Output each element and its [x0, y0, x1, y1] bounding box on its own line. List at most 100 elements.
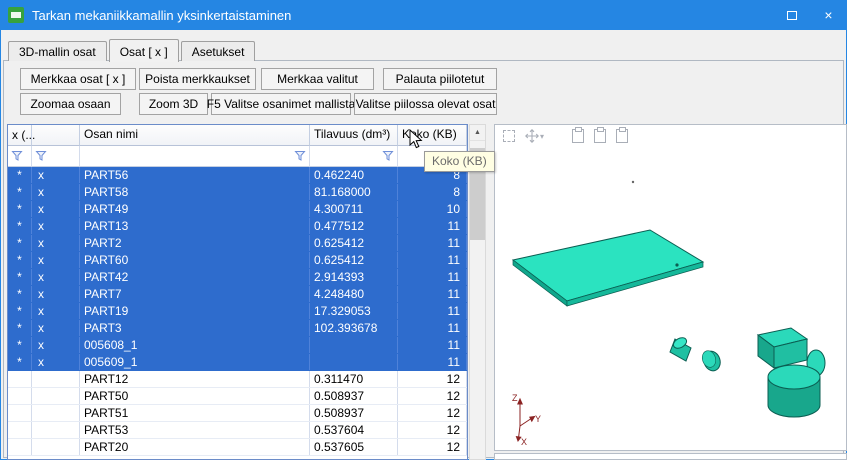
3d-viewport[interactable]: ▾ Z Y X — [494, 124, 847, 451]
zoomaa-osaan-button[interactable]: Zoomaa osaan — [20, 93, 121, 115]
cell-x[interactable]: x — [32, 337, 80, 353]
cell-star[interactable]: * — [8, 320, 32, 336]
column-header-tilavuus[interactable]: Tilavuus (dm³) — [310, 125, 398, 146]
table-row[interactable]: *xPART130.47751211 — [8, 218, 467, 235]
table-row[interactable]: *xPART3102.39367811 — [8, 320, 467, 337]
clipboard-paste-icon[interactable] — [594, 129, 606, 143]
cell-name[interactable]: PART50 — [80, 388, 310, 404]
cell-star[interactable]: * — [8, 235, 32, 251]
cell-x[interactable]: x — [32, 167, 80, 183]
column-header-x[interactable] — [32, 125, 80, 146]
cell-x[interactable]: x — [32, 184, 80, 200]
cell-star[interactable]: * — [8, 201, 32, 217]
table-row[interactable]: *xPART422.91439311 — [8, 269, 467, 286]
cell-size[interactable]: 11 — [398, 252, 467, 268]
filter-icon[interactable] — [382, 150, 394, 165]
cell-name[interactable]: PART58 — [80, 184, 310, 200]
cell-size[interactable]: 12 — [398, 439, 467, 455]
cell-name[interactable]: PART2 — [80, 235, 310, 251]
cell-size[interactable]: 10 — [398, 201, 467, 217]
cell-volume[interactable]: 4.248480 — [310, 286, 398, 302]
cell-star[interactable] — [8, 439, 32, 455]
cell-x[interactable]: x — [32, 303, 80, 319]
cell-star[interactable]: * — [8, 167, 32, 183]
filter-icon[interactable] — [11, 150, 23, 165]
cell-name[interactable]: PART7 — [80, 286, 310, 302]
cell-size[interactable]: 12 — [398, 371, 467, 387]
pan-tool[interactable]: ▾ — [525, 129, 544, 143]
cell-name[interactable]: PART60 — [80, 252, 310, 268]
table-row[interactable]: *xPART5881.1680008 — [8, 184, 467, 201]
filter-icon[interactable] — [294, 150, 306, 165]
cell-star[interactable] — [8, 371, 32, 387]
cell-star[interactable]: * — [8, 184, 32, 200]
select-rectangle-icon[interactable] — [503, 130, 515, 142]
cell-volume[interactable]: 0.625412 — [310, 235, 398, 251]
cell-volume[interactable]: 0.508937 — [310, 388, 398, 404]
cell-x[interactable] — [32, 439, 80, 455]
cell-volume[interactable]: 17.329053 — [310, 303, 398, 319]
valitse-piilossa-button[interactable]: Valitse piilossa olevat osat — [354, 93, 497, 115]
cell-size[interactable]: 8 — [398, 184, 467, 200]
cell-x[interactable]: x — [32, 354, 80, 370]
cell-x[interactable]: x — [32, 218, 80, 234]
cell-name[interactable]: PART42 — [80, 269, 310, 285]
table-row[interactable]: PART510.50893712 — [8, 405, 467, 422]
cell-star[interactable]: * — [8, 303, 32, 319]
f5-valitse-osanimet-button[interactable]: F5 Valitse osanimet mallista — [211, 93, 351, 115]
cell-x[interactable]: x — [32, 269, 80, 285]
table-row[interactable]: PART530.53760412 — [8, 422, 467, 439]
cell-name[interactable]: PART19 — [80, 303, 310, 319]
merkkaa-valitut-button[interactable]: Merkkaa valitut — [261, 68, 374, 90]
cell-size[interactable]: 12 — [398, 405, 467, 421]
table-row[interactable]: PART120.31147012 — [8, 371, 467, 388]
scroll-up-button[interactable]: ▲ — [470, 125, 485, 141]
cell-volume[interactable]: 4.300711 — [310, 201, 398, 217]
cell-name[interactable]: 005609_1 — [80, 354, 310, 370]
cell-name[interactable]: PART13 — [80, 218, 310, 234]
cell-x[interactable]: x — [32, 201, 80, 217]
table-row[interactable]: *x005609_111 — [8, 354, 467, 371]
table-row[interactable]: *xPART600.62541211 — [8, 252, 467, 269]
column-header-osan-nimi[interactable]: Osan nimi — [80, 125, 310, 146]
cell-size[interactable]: 12 — [398, 388, 467, 404]
tab-asetukset[interactable]: Asetukset — [181, 41, 256, 61]
cell-size[interactable]: 11 — [398, 286, 467, 302]
cell-star[interactable]: * — [8, 269, 32, 285]
cell-x[interactable] — [32, 371, 80, 387]
poista-merkkaukset-button[interactable]: Poista merkkaukset — [139, 68, 256, 90]
clipboard-copy-icon[interactable] — [572, 129, 584, 143]
cell-name[interactable]: PART20 — [80, 439, 310, 455]
model-canvas[interactable]: Z Y X — [495, 125, 846, 450]
cell-volume[interactable] — [310, 337, 398, 353]
cell-star[interactable]: * — [8, 354, 32, 370]
cell-size[interactable]: 12 — [398, 422, 467, 438]
clipboard-snapshot-icon[interactable] — [616, 129, 628, 143]
cell-x[interactable]: x — [32, 320, 80, 336]
cell-name[interactable]: PART49 — [80, 201, 310, 217]
cell-volume[interactable]: 2.914393 — [310, 269, 398, 285]
cell-star[interactable]: * — [8, 218, 32, 234]
table-row[interactable]: *xPART494.30071110 — [8, 201, 467, 218]
table-row[interactable]: PART200.53760512 — [8, 439, 467, 456]
cell-x[interactable]: x — [32, 286, 80, 302]
cell-name[interactable]: PART51 — [80, 405, 310, 421]
cell-x[interactable] — [32, 405, 80, 421]
cell-name[interactable]: PART12 — [80, 371, 310, 387]
cell-size[interactable]: 11 — [398, 269, 467, 285]
cell-star[interactable] — [8, 405, 32, 421]
tab-3d-mallin-osat[interactable]: 3D-mallin osat — [8, 41, 107, 61]
cell-size[interactable]: 11 — [398, 303, 467, 319]
cell-name[interactable]: PART53 — [80, 422, 310, 438]
cell-volume[interactable]: 0.508937 — [310, 405, 398, 421]
cell-star[interactable]: * — [8, 337, 32, 353]
cell-size[interactable]: 11 — [398, 218, 467, 234]
cell-volume[interactable]: 0.537605 — [310, 439, 398, 455]
filter-icon[interactable] — [35, 150, 47, 165]
cell-size[interactable]: 11 — [398, 235, 467, 251]
cell-star[interactable]: * — [8, 252, 32, 268]
cell-name[interactable]: PART56 — [80, 167, 310, 183]
maximize-button[interactable] — [773, 0, 810, 30]
table-scrollbar[interactable]: ▲ — [469, 124, 486, 460]
merkkaa-osat-button[interactable]: Merkkaa osat [ x ] — [20, 68, 136, 90]
